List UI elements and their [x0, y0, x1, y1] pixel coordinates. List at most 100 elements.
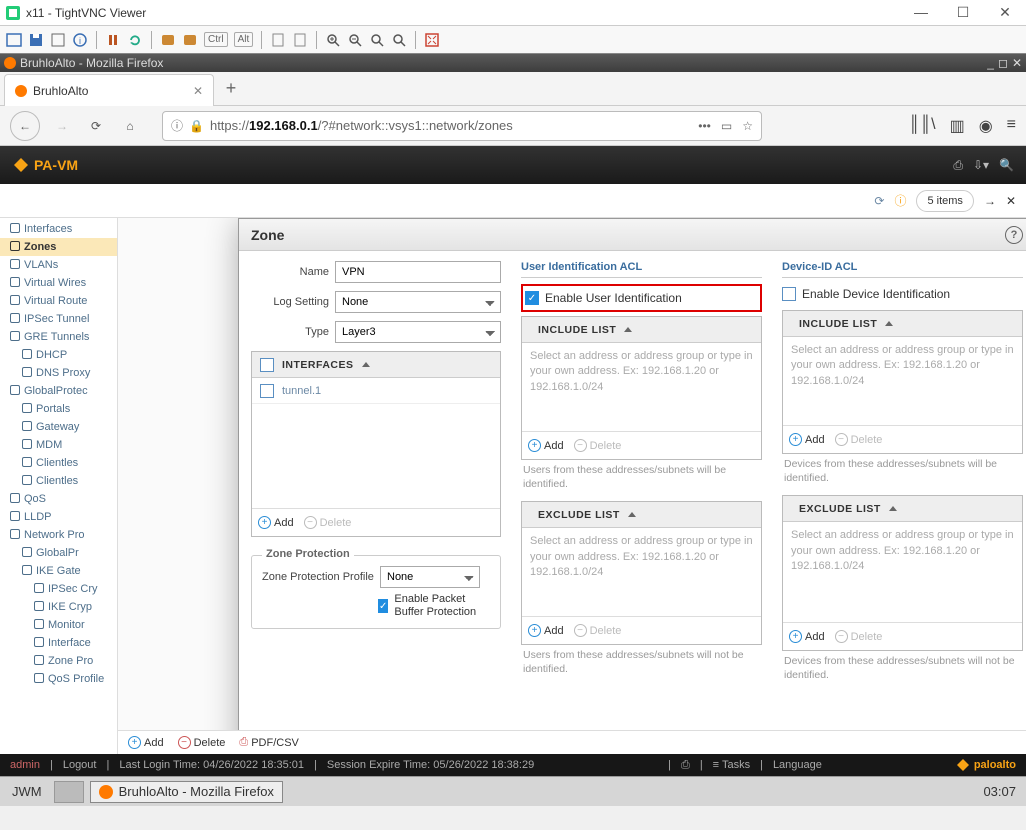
status-print-icon[interactable]: ⎙ [681, 759, 690, 772]
pager-prev-icon[interactable]: → [984, 194, 996, 208]
sidenav-item-zones[interactable]: Zones [0, 238, 117, 256]
sidenav-item-mdm[interactable]: MDM [0, 436, 117, 454]
sidenav-item-globalprotec[interactable]: GlobalProtec [0, 382, 117, 400]
pbp-checkbox[interactable]: ✓ [378, 599, 388, 613]
alt-key-button[interactable]: Alt [234, 32, 254, 47]
jwm-menu-button[interactable]: JWM [6, 782, 48, 801]
enable-uid-checkbox[interactable]: ✓ [525, 291, 539, 305]
page-add-button[interactable]: +Add [128, 736, 164, 749]
page-delete-button[interactable]: −Delete [178, 736, 226, 749]
user-exclude-body[interactable]: Select an address or address group or ty… [522, 528, 761, 616]
sidenav-item-ike-cryp[interactable]: IKE Cryp [0, 598, 117, 616]
user-exclude-header[interactable]: EXCLUDE LIST [522, 502, 761, 528]
status-logout[interactable]: Logout [63, 759, 97, 771]
account-icon[interactable]: ◉ [979, 116, 993, 136]
user-exclude-delete-button[interactable]: −Delete [574, 624, 622, 637]
file-transfer-icon[interactable] [292, 32, 308, 48]
forward-button[interactable]: → [50, 114, 74, 138]
sidenav-item-vlans[interactable]: VLANs [0, 256, 117, 274]
interface-row[interactable]: tunnel.1 [252, 378, 500, 404]
dialog-help-icon[interactable]: ? [1005, 226, 1023, 244]
sidenav-item-clientles[interactable]: Clientles [0, 454, 117, 472]
name-input[interactable] [335, 261, 501, 283]
sidenav-item-virtual-wires[interactable]: Virtual Wires [0, 274, 117, 292]
status-language[interactable]: Language [773, 759, 822, 771]
user-include-header[interactable]: INCLUDE LIST [522, 317, 761, 343]
device-include-delete-button[interactable]: −Delete [835, 433, 883, 446]
info-icon[interactable]: i [72, 32, 88, 48]
ff-minimize-button[interactable]: _ [987, 56, 994, 70]
site-info-icon[interactable]: ⓘ [171, 117, 183, 134]
search-icon[interactable]: 🔍 [999, 158, 1014, 173]
user-exclude-add-button[interactable]: +Add [528, 624, 564, 637]
url-bar[interactable]: ⓘ 🔒 https://192.168.0.1/?#network::vsys1… [162, 111, 762, 141]
pause-icon[interactable] [105, 32, 121, 48]
sidenav-item-ipsec-tunnel[interactable]: IPSec Tunnel [0, 310, 117, 328]
zoom-in-icon[interactable] [325, 32, 341, 48]
interfaces-delete-button[interactable]: −Delete [304, 516, 352, 529]
sidenav-item-ipsec-cry[interactable]: IPSec Cry [0, 580, 117, 598]
sidenav-item-globalpr[interactable]: GlobalPr [0, 544, 117, 562]
reload-button[interactable]: ⟳ [84, 114, 108, 138]
enable-did-checkbox[interactable] [782, 287, 796, 301]
device-exclude-delete-button[interactable]: −Delete [835, 630, 883, 643]
device-exclude-header[interactable]: EXCLUDE LIST [783, 496, 1022, 522]
sidenav-item-qos-profile[interactable]: QoS Profile [0, 670, 117, 688]
user-include-add-button[interactable]: +Add [528, 439, 564, 452]
bookmark-star-icon[interactable]: ☆ [742, 119, 753, 133]
back-button[interactable]: ← [10, 111, 40, 141]
interface-row-checkbox[interactable] [260, 384, 274, 398]
ctrl-alt-del-icon[interactable] [160, 32, 176, 48]
device-exclude-body[interactable]: Select an address or address group or ty… [783, 522, 1022, 622]
zpp-select[interactable]: None [380, 566, 480, 588]
new-tab-button[interactable]: + [214, 72, 248, 105]
interfaces-header[interactable]: INTERFACES [252, 352, 500, 378]
page-actions-icon[interactable]: ••• [698, 119, 711, 133]
status-admin[interactable]: admin [10, 759, 40, 771]
taskbar-app-button[interactable]: BruhloAlto - Mozilla Firefox [90, 781, 283, 803]
refresh-list-icon[interactable]: ⟳ [874, 194, 884, 208]
send-keys-icon[interactable] [182, 32, 198, 48]
pager-close-icon[interactable]: ✕ [1006, 194, 1016, 208]
library-icon[interactable]: ║║\ [908, 116, 935, 136]
user-include-delete-button[interactable]: −Delete [574, 439, 622, 452]
window-close-button[interactable]: ✕ [990, 4, 1020, 21]
sidenav-item-zone-pro[interactable]: Zone Pro [0, 652, 117, 670]
sidenav-item-dns-proxy[interactable]: DNS Proxy [0, 364, 117, 382]
tab-close-button[interactable]: ✕ [193, 84, 203, 98]
fullscreen-icon[interactable] [424, 32, 440, 48]
page-export-button[interactable]: ⎙PDF/CSV [239, 736, 299, 749]
sidenav-item-gre-tunnels[interactable]: GRE Tunnels [0, 328, 117, 346]
sidenav-item-qos[interactable]: QoS [0, 490, 117, 508]
device-exclude-add-button[interactable]: +Add [789, 630, 825, 643]
zoom-fit-icon[interactable] [391, 32, 407, 48]
window-minimize-button[interactable]: — [906, 4, 936, 21]
menu-icon[interactable]: ≡ [1007, 116, 1016, 136]
sidenav-item-interface[interactable]: Interface [0, 634, 117, 652]
sidenav-item-gateway[interactable]: Gateway [0, 418, 117, 436]
sidenav-item-dhcp[interactable]: DHCP [0, 346, 117, 364]
sidenav-item-portals[interactable]: Portals [0, 400, 117, 418]
sidenav-item-virtual-route[interactable]: Virtual Route [0, 292, 117, 310]
type-select[interactable]: Layer3 [335, 321, 501, 343]
reader-icon[interactable]: ▭ [721, 119, 732, 133]
config-download-icon[interactable]: ⇩▾ [973, 158, 989, 173]
tray-slot[interactable] [54, 781, 84, 803]
logsetting-select[interactable]: None [335, 291, 501, 313]
refresh-icon[interactable] [127, 32, 143, 48]
window-maximize-button[interactable]: ☐ [948, 4, 978, 21]
ff-close-button[interactable]: ✕ [1012, 56, 1022, 70]
interfaces-add-button[interactable]: +Add [258, 516, 294, 529]
home-button[interactable]: ⌂ [118, 114, 142, 138]
sidebar-icon[interactable]: ▥ [950, 116, 965, 136]
sidenav-item-network-pro[interactable]: Network Pro [0, 526, 117, 544]
interfaces-checkall[interactable] [260, 358, 274, 372]
device-include-header[interactable]: INCLUDE LIST [783, 311, 1022, 337]
zoom-out-icon[interactable] [347, 32, 363, 48]
options-icon[interactable] [50, 32, 66, 48]
status-tasks[interactable]: ≡ Tasks [713, 759, 750, 771]
commit-icon[interactable]: ⎙ [953, 158, 963, 173]
sidenav-item-clientles[interactable]: Clientles [0, 472, 117, 490]
zoom-100-icon[interactable] [369, 32, 385, 48]
sidenav-item-ike-gate[interactable]: IKE Gate [0, 562, 117, 580]
